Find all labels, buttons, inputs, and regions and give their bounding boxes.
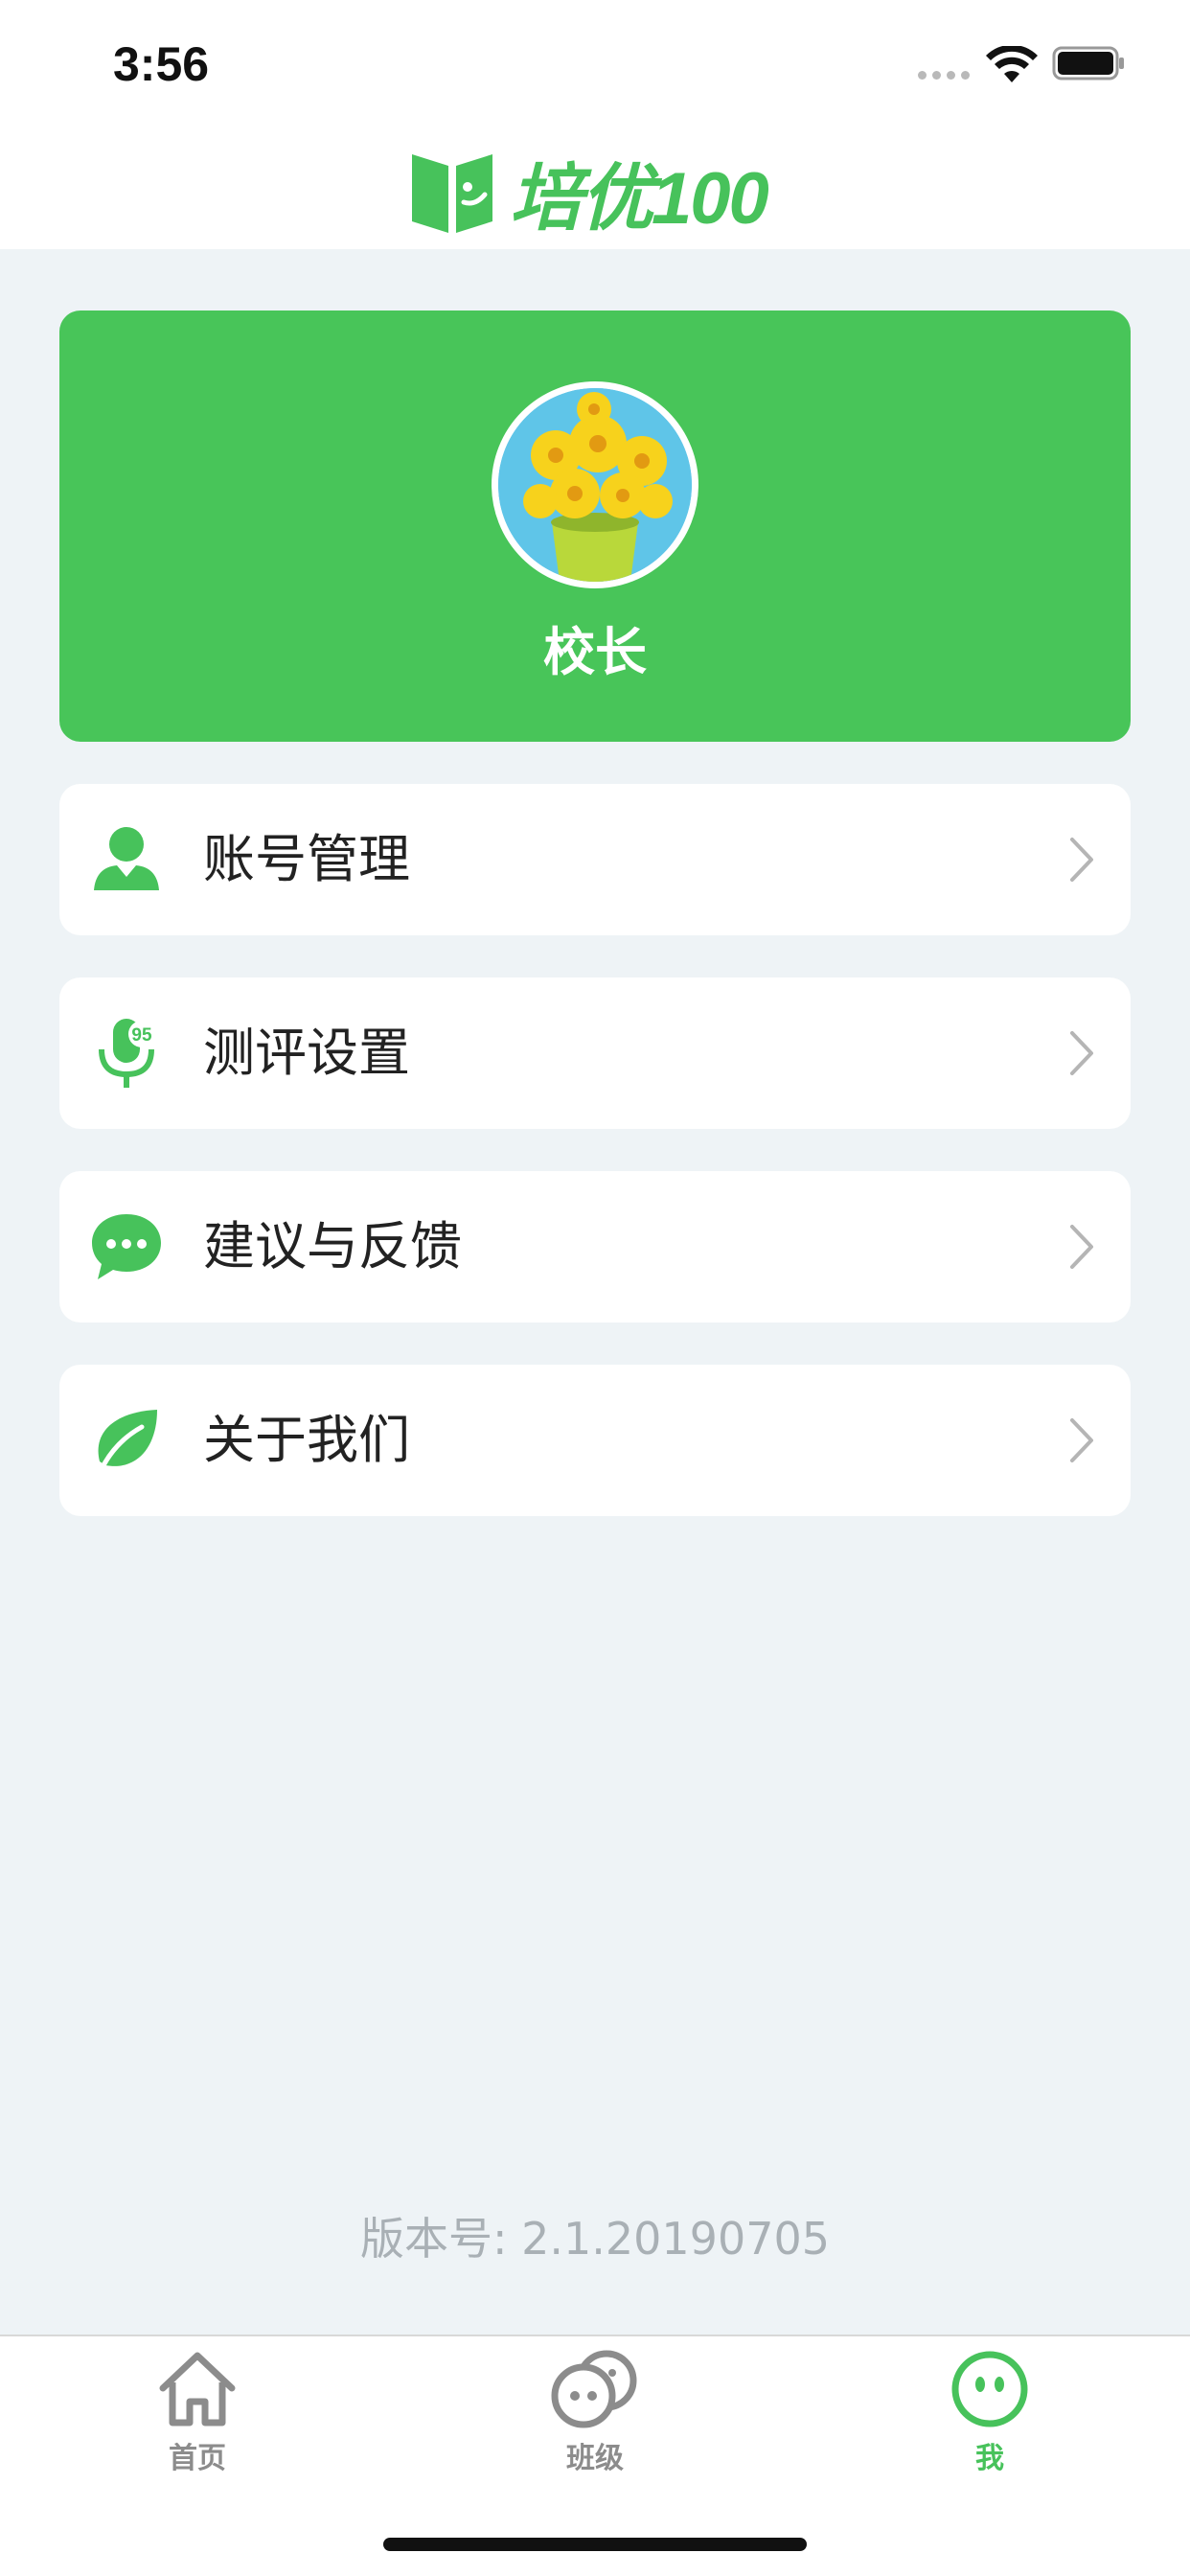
menu-item-about[interactable]: 关于我们	[59, 1365, 1131, 1516]
book-logo-icon	[412, 154, 492, 233]
flower-avatar-image	[498, 388, 692, 582]
tab-me-label: 我	[975, 2442, 1004, 2475]
tab-class[interactable]: 班级	[509, 2348, 681, 2492]
header-bar: 3:56 培优100	[0, 0, 1190, 249]
tab-me[interactable]: 我	[904, 2348, 1076, 2492]
microphone-score-badge: 95	[131, 1025, 152, 1046]
cellular-signal-icon	[918, 71, 970, 80]
logo-text: 培优100	[510, 158, 769, 240]
menu-item-evaluation[interactable]: 95 测评设置	[59, 978, 1131, 1129]
class-icon	[551, 2350, 637, 2428]
profile-name: 校长	[543, 622, 647, 682]
chevron-right-icon	[1070, 1225, 1093, 1269]
profile-card[interactable]: 校长	[59, 310, 1131, 742]
chevron-right-icon	[1070, 838, 1093, 882]
app-logo: 培优100	[408, 144, 782, 240]
battery-icon	[1052, 46, 1124, 80]
user-icon	[94, 827, 159, 890]
status-time: 3:56	[113, 37, 210, 91]
tab-home-label: 首页	[169, 2442, 226, 2475]
home-indicator[interactable]	[383, 2538, 807, 2551]
home-icon	[159, 2352, 236, 2426]
wifi-icon	[986, 46, 1038, 82]
avatar[interactable]	[492, 381, 698, 588]
menu-label-account: 账号管理	[203, 829, 410, 889]
tab-home[interactable]: 首页	[111, 2348, 284, 2492]
menu-label-about: 关于我们	[203, 1410, 410, 1470]
me-face-icon	[951, 2351, 1028, 2427]
microphone-score-icon: 95	[99, 1019, 155, 1088]
chat-bubble-icon	[92, 1214, 161, 1279]
leaf-icon	[97, 1410, 157, 1476]
version-label: 版本号: 2.1.20190705	[359, 2213, 831, 2265]
menu-item-account[interactable]: 账号管理	[59, 784, 1131, 935]
tab-class-label: 班级	[566, 2442, 624, 2475]
menu-label-feedback: 建议与反馈	[203, 1216, 462, 1276]
chevron-right-icon	[1070, 1031, 1093, 1075]
menu-label-evaluation: 测评设置	[203, 1023, 410, 1083]
profile-screen: 3:56 培优100 校长 账号管理 95 测评设置 建议与反馈 关于我们 版本…	[0, 0, 1190, 2576]
menu-item-feedback[interactable]: 建议与反馈	[59, 1171, 1131, 1322]
chevron-right-icon	[1070, 1418, 1093, 1462]
